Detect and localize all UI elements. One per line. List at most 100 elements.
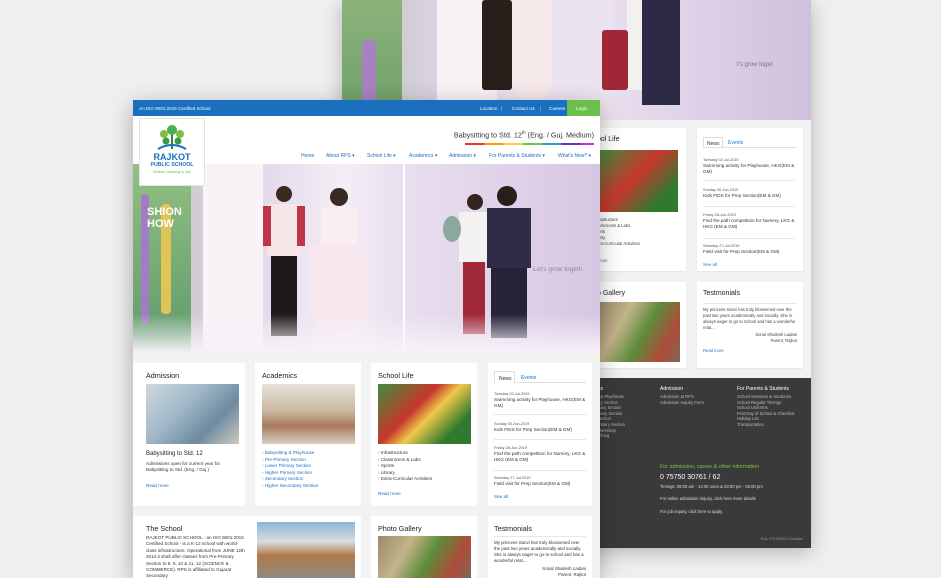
admission-text: Admissions open for current year for Bab…: [146, 461, 221, 473]
footer-admission-title: Admission: [660, 386, 684, 392]
the-school-text: RAJKOT PUBLIC SCHOOL - an ISO 9001:2015 …: [146, 535, 245, 578]
testimonials-card: Testmonials My princess Sanvi has truly …: [488, 516, 592, 578]
topbar-careers-link[interactable]: Careers: [549, 106, 565, 111]
list-item[interactable]: Pre-Primary Section: [262, 457, 318, 464]
footer-parents-title: For Parents & Students: [737, 386, 789, 392]
hero-show-text: SHION HOW: [147, 206, 182, 230]
iso-certified-text: An ISO 9001:2015 Certified School: [139, 105, 211, 111]
school-life-title: School Life: [378, 371, 414, 380]
top-bar: An ISO 9001:2015 Certified School Locati…: [133, 100, 600, 116]
list-item[interactable]: Infrastructure: [378, 450, 432, 457]
footer-link[interactable]: School Sessions & Vacations: [737, 394, 794, 400]
admission-card: Admission Babysitting to Std. 12 Admissi…: [133, 363, 245, 506]
footer-link[interactable]: a & Playhouse: [597, 394, 625, 400]
footer-inquiry-link[interactable]: For online admission inquiry, click here…: [660, 496, 756, 501]
admission-title: Admission: [146, 371, 180, 380]
hero-banner-image: SHION HOW Let's grow togeth: [133, 164, 600, 353]
footer-link[interactable]: Transportation: [737, 422, 794, 428]
school-life-card: School Life Infrastructure Classrooms & …: [371, 363, 477, 506]
footer-link[interactable]: aching: [597, 433, 625, 439]
footer-phone: 0 75750 30761 / 62: [660, 474, 721, 481]
footer-credit: RAL STUDIOS Creative: [760, 536, 803, 541]
news-item[interactable]: Saturday 27-Jul-2019 Field visit for Prep…: [494, 475, 586, 487]
nav-school-life[interactable]: School Life ▾: [367, 153, 396, 159]
login-button[interactable]: Login: [567, 100, 600, 116]
back-footer: ics a & Playhouse ary Section mary Secti…: [582, 378, 811, 548]
footer-timings: Timings: 09:00 am - 12:00 noon & 03:00 p…: [660, 484, 763, 489]
nav-admission[interactable]: Admission ▾: [449, 153, 476, 159]
school-life-image: [378, 384, 471, 444]
list-item[interactable]: Extra-Curricular Activities: [378, 476, 432, 483]
testimonial-role: Parent, Rajkot: [770, 338, 797, 343]
back-tab-events[interactable]: Events: [728, 140, 743, 146]
news-item[interactable]: Saturday 27-Jul-2019 Field visit for Prep…: [703, 243, 795, 255]
list-item[interactable]: Secondary Section: [262, 476, 318, 483]
news-item[interactable]: Tuesday 02-Jul-2019 Swimming activity for…: [494, 391, 586, 409]
school-logo[interactable]: RAJKOT PUBLIC SCHOOL Where Learning is J…: [139, 118, 205, 186]
school-life-read-more[interactable]: Read more: [378, 491, 401, 497]
headline: Babysitting to Std. 12th (Eng. / Guj. Me…: [453, 130, 594, 140]
news-item[interactable]: Tuesday 02-Jul-2019 Swimming activity for…: [703, 157, 795, 175]
list-item[interactable]: Higher Primary Section: [262, 470, 318, 477]
topbar-contact-link[interactable]: Contact Us: [512, 106, 535, 111]
hero-tagline: Let's grow togeth: [533, 266, 583, 273]
back-news-card: News Events Tuesday 02-Jul-2019 Swimming …: [697, 128, 803, 271]
back-testimonial-text: My princess Sanvi has truly blossomed ov…: [703, 307, 795, 330]
back-photo-gallery-title: o Gallery: [597, 290, 626, 297]
nav-academics[interactable]: Academics ▾: [409, 153, 437, 159]
see-all-link[interactable]: See all: [494, 494, 508, 499]
hero-watermark-text: t's grow toget: [737, 62, 773, 68]
tab-news[interactable]: News: [494, 371, 515, 384]
admission-subtitle: Babysitting to Std. 12: [146, 451, 203, 457]
nav-about[interactable]: About RPS ▾: [326, 153, 355, 159]
school-life-list: Infrastructure Classrooms & Labs Sports …: [378, 450, 432, 483]
back-gallery-image: [598, 302, 680, 362]
rainbow-divider: [465, 143, 594, 145]
footer-job-link[interactable]: For job inquiry, click here to apply.: [660, 509, 723, 514]
news-item[interactable]: Sunday 30-Jun-2019 Kids FIDS for Prep Sec…: [494, 421, 586, 433]
news-item[interactable]: Friday 28-Jun-2019 Find the path competit…: [703, 212, 795, 230]
list-item: tra-Curricular Activities: [598, 241, 640, 246]
news-events-card: News Events Tuesday 02-Jul-2019 Swimming …: [488, 363, 592, 506]
back-school-life-image: [598, 150, 678, 212]
the-school-card: The School RAJKOT PUBLIC SCHOOL - an ISO…: [133, 516, 361, 578]
back-testimonials-card: Testmonials My princess Sanvi has truly …: [697, 282, 803, 368]
news-item[interactable]: Friday 28-Jun-2019 Find the path competit…: [494, 445, 586, 463]
testimonial-role: Parent, Rajkot: [558, 572, 586, 577]
front-page-mockup: An ISO 9001:2015 Certified School Locati…: [133, 100, 600, 578]
list-item[interactable]: Classrooms & Labs: [378, 457, 432, 464]
back-tab-news[interactable]: News: [703, 137, 723, 149]
academics-image: [262, 384, 355, 444]
photo-gallery-card: Photo Gallery: [371, 516, 477, 578]
topbar-location-link[interactable]: Location: [480, 106, 497, 111]
testimonials-title: Testmonials: [494, 524, 532, 533]
list-item[interactable]: Sports: [378, 463, 432, 470]
nav-whats-new[interactable]: What's New? ▾: [558, 153, 591, 159]
back-testimonial-read-more[interactable]: Read more: [703, 348, 724, 354]
the-school-title: The School: [146, 524, 183, 533]
gallery-image[interactable]: [378, 536, 471, 578]
back-testimonials-title: Testmonials: [703, 290, 740, 297]
footer-link[interactable]: ondary Section: [597, 422, 625, 428]
testimonial-text: My princess Sanvi has truly blossomed ov…: [494, 540, 584, 563]
list-item[interactable]: Higher Secondary Section: [262, 483, 318, 490]
list-item[interactable]: Lower Primary Section: [262, 463, 318, 470]
footer-link[interactable]: Admission Inquiry Form: [660, 400, 704, 406]
academics-card: Academics Babysitting & Playhouse Pre-Pr…: [255, 363, 361, 506]
news-item[interactable]: Sunday 30-Jun-2019 Kids FIDS for Prep Sec…: [703, 187, 795, 199]
footer-contact-title: For admission, career & other informatio…: [660, 464, 760, 470]
admission-image: [146, 384, 239, 444]
tab-events[interactable]: Events: [521, 375, 536, 381]
nav-home[interactable]: Home: [301, 153, 314, 159]
back-school-life-title: ool Life: [597, 136, 620, 143]
admission-read-more[interactable]: Read more: [146, 483, 169, 489]
nav-parents-students[interactable]: For Parents & Students ▾: [489, 153, 545, 159]
footer-link[interactable]: mary Section: [597, 405, 625, 411]
list-item[interactable]: Library: [378, 470, 432, 477]
back-see-all-link[interactable]: See all: [703, 262, 717, 267]
list-item[interactable]: Babysitting & Playhouse: [262, 450, 318, 457]
academics-title: Academics: [262, 371, 298, 380]
school-building-image: [257, 522, 355, 578]
photo-gallery-title: Photo Gallery: [378, 524, 422, 533]
academics-list: Babysitting & Playhouse Pre-Primary Sect…: [262, 450, 318, 490]
